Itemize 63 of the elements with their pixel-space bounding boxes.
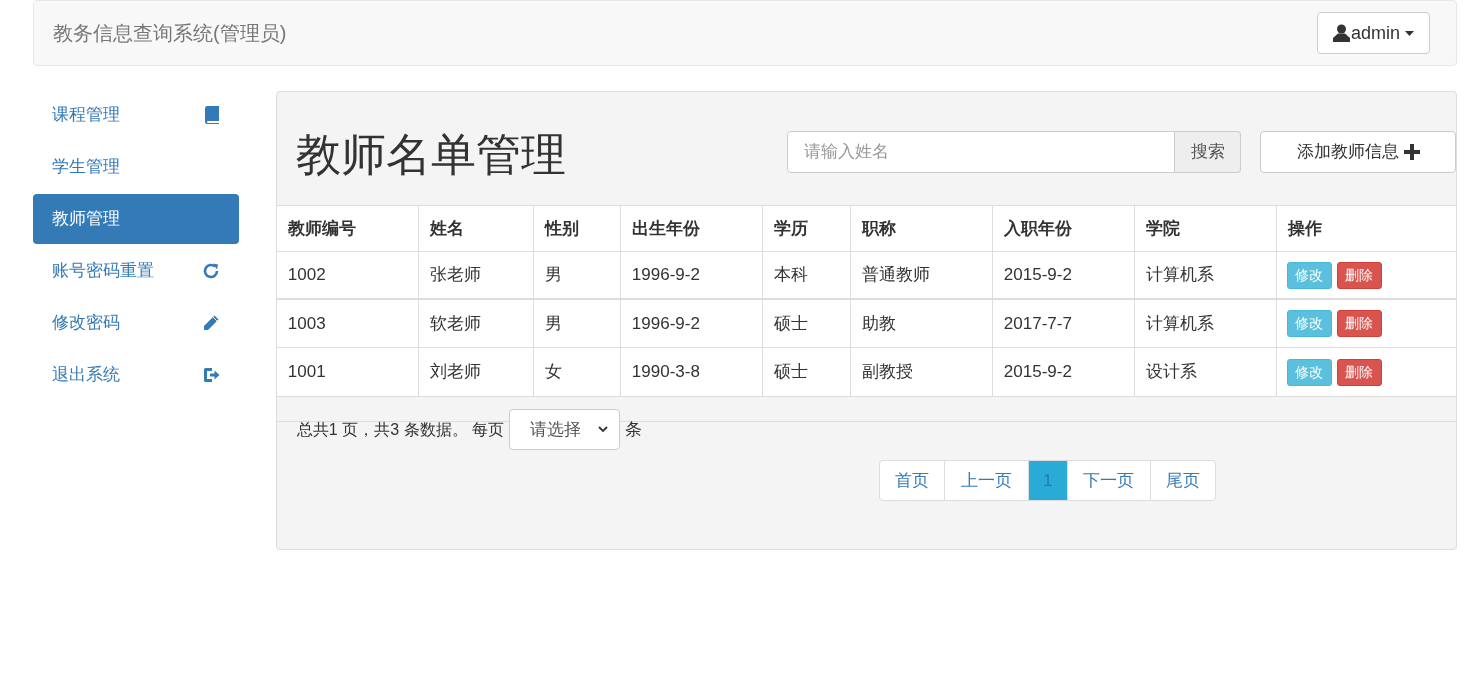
page-heading: 教师名单管理 — [295, 132, 566, 177]
sidebar-item[interactable]: 账号密码重置 — [33, 246, 239, 296]
table-cell-text: 男 — [544, 264, 562, 287]
sidebar-item[interactable]: 教师管理 — [33, 194, 239, 244]
table-cell-text: 本科 — [773, 264, 808, 287]
table-cell-text: 1990-3-8 — [631, 361, 700, 384]
table-cell-text: 张老师 — [429, 264, 481, 287]
per-page-select[interactable]: 请选择 — [509, 409, 620, 450]
sidebar-item[interactable]: 学生管理 — [33, 142, 239, 192]
sidebar-item[interactable]: 修改密码 — [33, 298, 239, 348]
page-link[interactable]: 上一页 — [943, 460, 1029, 501]
column-header: 姓名 — [429, 217, 464, 240]
column-header: 入职年份 — [1003, 217, 1072, 240]
column-header: 教师编号 — [287, 217, 356, 240]
refresh-icon — [201, 262, 220, 280]
app-title: 教务信息查询系统(管理员) — [53, 21, 287, 46]
pagination-summary: 总共1 页，共3 条数据。 每页 — [296, 419, 504, 440]
table-cell-text: 助教 — [861, 312, 896, 335]
table-cell-text: 2015-9-2 — [1003, 264, 1072, 287]
delete-button[interactable]: 删除 — [1336, 358, 1382, 386]
delete-button[interactable]: 删除 — [1336, 310, 1382, 337]
table-cell-text: 计算机系 — [1145, 312, 1214, 335]
column-header: 操作 — [1287, 217, 1322, 240]
pencil-icon — [201, 314, 220, 332]
per-page-unit: 条 — [625, 418, 642, 441]
user-menu-button[interactable]: admin — [1316, 12, 1430, 54]
caret-icon — [1405, 30, 1414, 36]
column-header: 性别 — [544, 217, 579, 240]
table-cell-text: 硕士 — [773, 361, 808, 384]
column-header: 出生年份 — [631, 217, 700, 240]
table-cell-text: 硕士 — [773, 312, 808, 335]
search-field[interactable]: 请输入姓名 — [787, 130, 1175, 173]
sidebar-item[interactable]: 课程管理 — [33, 90, 239, 140]
column-header: 职称 — [861, 217, 896, 240]
table-cell-text: 普通教师 — [861, 264, 930, 287]
add-teacher-button[interactable]: 添加教师信息 — [1260, 130, 1456, 173]
table-cell-text: 2017-7-7 — [1003, 312, 1072, 335]
column-header: 学历 — [773, 217, 808, 240]
search-button[interactable]: 搜索 — [1175, 130, 1241, 173]
table-cell-text: 男 — [544, 312, 562, 335]
delete-button[interactable]: 删除 — [1336, 261, 1382, 289]
table-cell-text: 1001 — [287, 361, 326, 384]
table-cell-text: 2015-9-2 — [1003, 361, 1072, 384]
sidebar-item[interactable]: 退出系统 — [33, 350, 239, 400]
table-cell-text: 副教授 — [861, 361, 913, 384]
table-cell-text: 刘老师 — [429, 361, 481, 384]
table-cell-text: 计算机系 — [1145, 264, 1214, 287]
page-link[interactable]: 尾页 — [1149, 460, 1216, 501]
table-cell-text: 1002 — [287, 264, 326, 287]
table-cell-text: 设计系 — [1145, 361, 1197, 384]
plus-icon — [1403, 143, 1420, 160]
table-cell-text: 1996-9-2 — [631, 312, 700, 335]
exit-icon — [201, 366, 220, 384]
table-cell-text: 1003 — [287, 312, 326, 335]
page-link[interactable]: 首页 — [878, 460, 945, 501]
chevron-down-icon — [598, 426, 608, 433]
column-header: 学院 — [1145, 217, 1180, 240]
user-icon — [1332, 24, 1350, 42]
table-cell-text: 女 — [544, 361, 562, 384]
table-cell-text: 软老师 — [429, 312, 481, 335]
page-link[interactable]: 下一页 — [1066, 460, 1151, 501]
table-cell-text: 1996-9-2 — [631, 264, 700, 287]
book-icon — [203, 106, 220, 124]
